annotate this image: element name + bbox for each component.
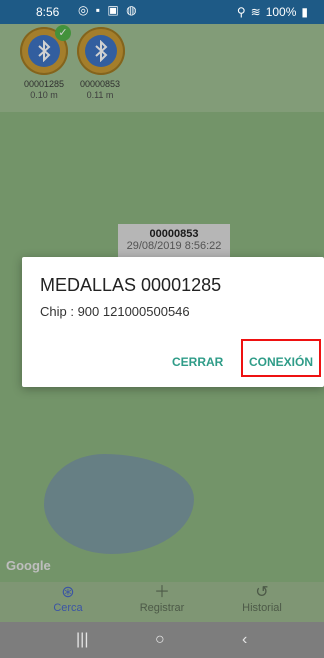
home-button[interactable]: ○ [155, 631, 165, 649]
dialog-chip-number: Chip : 900 121000500546 [40, 304, 190, 319]
highlight-box [241, 339, 321, 377]
notification-icons: ◎ ▪ ▣ ◍ [78, 3, 139, 17]
recent-apps-button[interactable]: ||| [76, 631, 88, 649]
status-bar: 8:56 ◎ ▪ ▣ ◍ ⚲ ≋ 100% ▮ [0, 0, 324, 24]
back-button[interactable]: ‹ [242, 631, 247, 649]
dialog-title: MEDALLAS 00001285 [40, 275, 222, 295]
battery-level: 100% [265, 5, 297, 19]
status-right: ⚲ ≋ 100% ▮ [237, 5, 308, 19]
close-button[interactable]: CERRAR [172, 355, 223, 369]
signal-icon: ≋ [250, 5, 261, 19]
location-icon: ⚲ [236, 5, 246, 19]
system-navigation-bar: ||| ○ ‹ [0, 622, 324, 658]
status-time: 8:56 [36, 5, 60, 19]
device-dialog: MEDALLAS 00001285 Chip : 900 12100050054… [22, 257, 324, 387]
battery-icon: ▮ [301, 5, 308, 19]
